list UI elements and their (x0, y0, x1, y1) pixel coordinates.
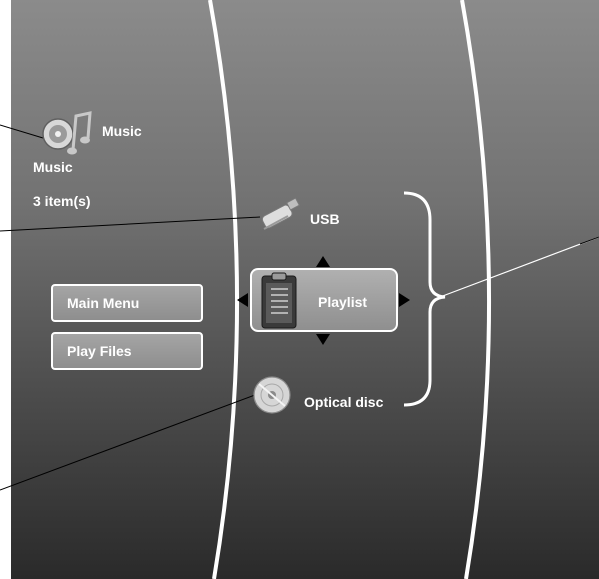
usb-source-label[interactable]: USB (310, 212, 340, 226)
usb-drive-icon (261, 197, 300, 230)
nav-arrow-down (316, 334, 330, 345)
nav-arrow-right (399, 293, 410, 307)
nav-arrow-up (316, 256, 330, 267)
callout-line-optical (0, 394, 256, 491)
source-bracket (403, 191, 446, 407)
callout-line-bracket (439, 236, 599, 298)
callout-line-usb (0, 216, 261, 232)
app-title-label: Music (102, 123, 142, 139)
main-menu-button[interactable]: Main Menu (51, 284, 203, 322)
category-label: Music (33, 159, 73, 175)
playlist-source-label: Playlist (318, 294, 368, 310)
playlist-source-button[interactable]: Playlist (250, 268, 398, 332)
play-files-button[interactable]: Play Files (51, 332, 203, 370)
item-count-label: 3 item(s) (33, 193, 91, 209)
divider-arc-left (208, 0, 240, 579)
callout-line-music (0, 124, 44, 139)
figure-stage: Music Music 3 item(s) Main Menu Play Fil… (0, 0, 599, 579)
music-disc-icon (42, 111, 92, 155)
optical-disc-icon (253, 376, 291, 414)
optical-source-label[interactable]: Optical disc (304, 395, 383, 409)
callout-line-bracket-ext (579, 236, 599, 245)
divider-arc-right (460, 0, 492, 579)
